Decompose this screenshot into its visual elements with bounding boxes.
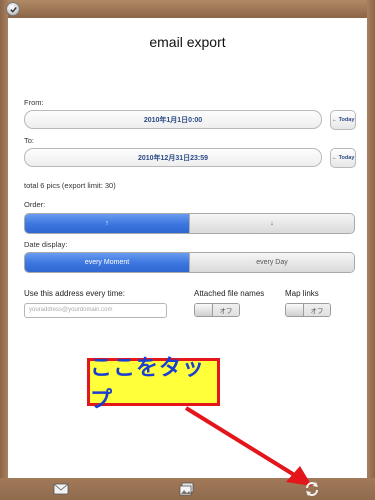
done-check-button[interactable] <box>6 2 20 16</box>
toggle-knob <box>195 304 213 316</box>
frame-right <box>367 0 375 500</box>
order-descending-segment[interactable]: ↓ <box>189 214 354 233</box>
to-today-button[interactable]: ← Today <box>330 148 356 168</box>
to-date-field[interactable]: 2010年12月31日23:59 <box>24 148 322 167</box>
frame-left <box>0 0 8 500</box>
date-display-day-segment[interactable]: every Day <box>189 253 354 272</box>
refresh-icon[interactable] <box>303 481 321 497</box>
attached-file-names-toggle[interactable]: オフ <box>194 303 240 317</box>
date-display-label: Date display: <box>24 240 68 249</box>
mail-icon[interactable] <box>52 481 70 497</box>
toggle-knob <box>286 304 304 316</box>
attached-file-names-label: Attached file names <box>194 289 265 298</box>
photos-icon[interactable] <box>178 481 196 497</box>
to-label: To: <box>24 136 35 145</box>
email-address-input[interactable]: youraddress@yourdomain.com <box>24 303 167 318</box>
checkmark-icon <box>9 6 17 13</box>
page-title: email export <box>149 34 226 50</box>
from-date-field[interactable]: 2010年1月1日0:00 <box>24 110 322 129</box>
order-ascending-segment[interactable]: ↑ <box>25 214 189 233</box>
order-segmented-control: ↑ ↓ <box>24 213 355 234</box>
date-display-moment-segment[interactable]: every Moment <box>25 253 189 272</box>
toggle-state-text: オフ <box>213 304 239 316</box>
from-label: From: <box>24 98 44 107</box>
top-bar <box>0 0 375 18</box>
from-today-button[interactable]: ← Today <box>330 110 356 130</box>
toggle-state-text: オフ <box>304 304 330 316</box>
address-label: Use this address every time: <box>24 289 125 298</box>
callout-text: ここをタップ <box>90 356 206 413</box>
date-display-segmented-control: every Moment every Day <box>24 252 355 273</box>
export-summary: total 6 pics (export limit: 30) <box>24 181 116 190</box>
map-links-toggle[interactable]: オフ <box>285 303 331 317</box>
order-label: Order: <box>24 200 46 209</box>
tap-here-callout: ここをタップ <box>87 356 220 413</box>
map-links-label: Map links <box>285 289 319 298</box>
